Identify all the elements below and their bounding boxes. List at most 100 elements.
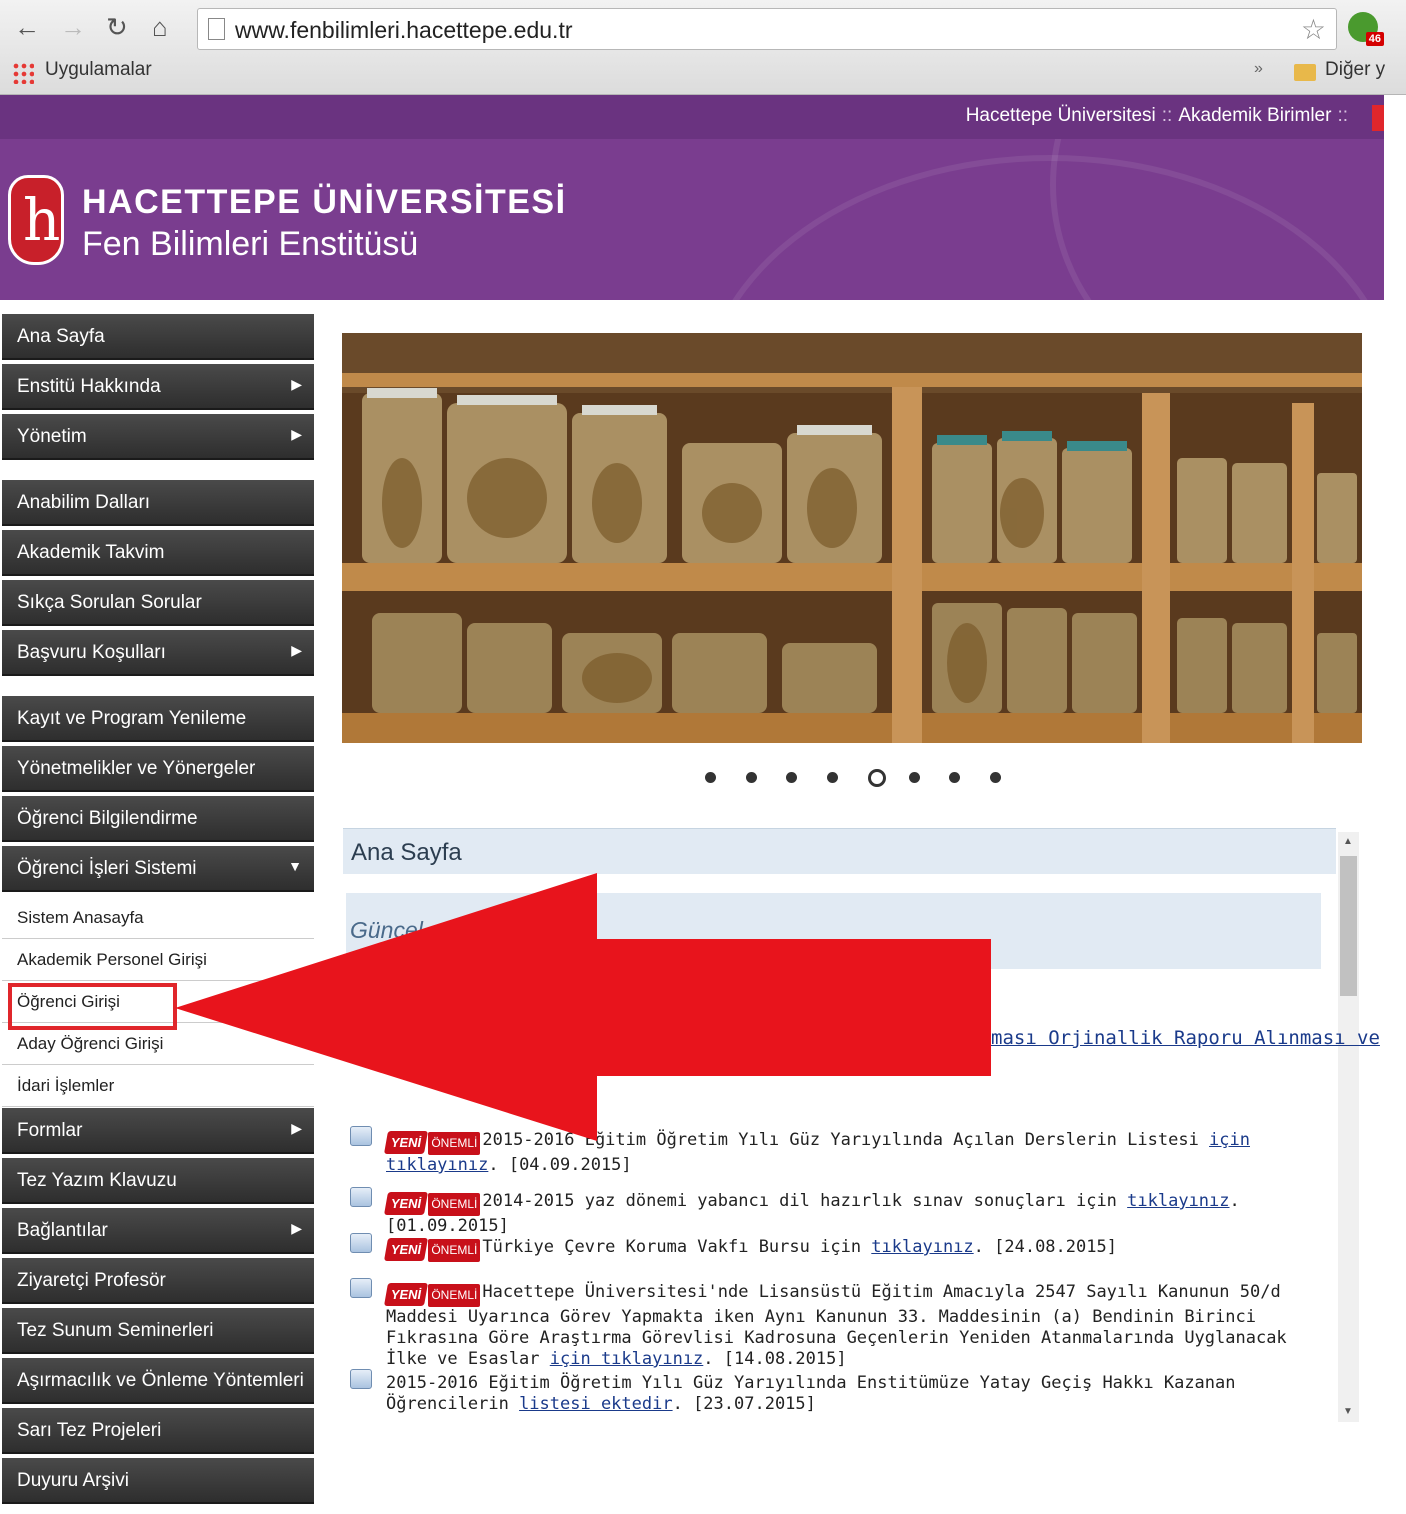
scroll-down-icon[interactable]: ▼ xyxy=(1343,1406,1353,1417)
sidebar-item-label: Tez Sunum Seminerleri xyxy=(17,1320,214,1341)
sidebar-item[interactable]: Enstitü Hakkında ▶ xyxy=(2,364,314,410)
reload-icon[interactable]: ↻ xyxy=(106,12,128,42)
scrollbar-thumb[interactable] xyxy=(1340,856,1357,996)
bookmark-star-icon[interactable]: ☆ xyxy=(1301,13,1326,46)
sidebar-item[interactable]: Başvuru Koşulları ▶ xyxy=(2,630,314,676)
news-link[interactable]: tıklayınız xyxy=(871,1237,973,1257)
sidebar-item[interactable]: Anabilim Dalları xyxy=(2,480,314,526)
slider-dot[interactable] xyxy=(908,772,920,783)
bookmarks-overflow[interactable]: » xyxy=(1254,60,1263,78)
chevron-right-icon: ▶ xyxy=(291,642,302,658)
news-item: YENİ ÖNEMLİ Türkiye Çevre Koruma Vakfı Bur… xyxy=(350,1233,1310,1262)
news-date: . [23.07.2015] xyxy=(672,1394,816,1414)
slider-dot[interactable] xyxy=(989,772,1001,783)
sidebar-item[interactable]: Öğrenci Bilgilendirme xyxy=(2,796,314,842)
sidebar-item-label: Yönetmelikler ve Yönergeler xyxy=(17,758,256,779)
news-item: 2015-2016 Eğitim Öğretim Yılı Güz Yarıyı… xyxy=(350,1369,1310,1415)
news-item: YENİ ÖNEMLİ Hacettepe Üniversitesi'nde Lis… xyxy=(350,1278,1310,1370)
image-slider[interactable] xyxy=(342,333,1362,743)
sidebar-item-label: Formlar xyxy=(17,1120,83,1141)
slider-dot[interactable] xyxy=(867,769,886,787)
apps-label[interactable]: Uygulamalar xyxy=(45,59,152,81)
sidebar-item[interactable]: Sıkça Sorulan Sorular xyxy=(2,580,314,626)
news-date: . [14.08.2015] xyxy=(703,1349,847,1369)
top-navigation: Hacettepe Üniversitesi:: Akademik Birimle… xyxy=(0,95,1384,139)
news-text: Türkiye Çevre Koruma Vakfı Bursu için xyxy=(482,1237,872,1257)
chevron-right-icon: ▶ xyxy=(291,376,302,392)
news-text: 2014-2015 yaz dönemi yabancı dil hazırlı… xyxy=(482,1191,1128,1211)
sidebar-item[interactable]: Yönetmelikler ve Yönergeler xyxy=(2,746,314,792)
language-tab[interactable] xyxy=(1372,105,1384,131)
separator: :: xyxy=(1161,105,1173,126)
sidebar-item-label: Akademik Takvim xyxy=(17,542,165,563)
link-akademik-birimler[interactable]: Akademik Birimler xyxy=(1178,105,1331,126)
slider-dot[interactable] xyxy=(705,772,716,783)
sidebar-subitem-label: Sistem Anasayfa xyxy=(17,908,144,927)
back-icon[interactable]: ← xyxy=(14,12,40,42)
news-link[interactable]: tıklayınız xyxy=(1127,1191,1229,1211)
site-header: Hacettepe Üniversitesi:: Akademik Birimle… xyxy=(0,95,1384,300)
sidebar-item[interactable]: Sarı Tez Projeleri xyxy=(2,1408,314,1454)
sidebar-item-label: Bağlantılar xyxy=(17,1220,108,1241)
sidebar-item[interactable]: Aşırmacılık ve Önleme Yöntemleri xyxy=(2,1358,314,1404)
sidebar-item[interactable]: Akademik Takvim xyxy=(2,530,314,576)
sidebar-item-label: Duyuru Arşivi xyxy=(17,1470,129,1491)
sidebar-item-label: Ziyaretçi Profesör xyxy=(17,1270,166,1291)
sidebar-item[interactable]: Tez Sunum Seminerleri xyxy=(2,1308,314,1354)
url-text[interactable]: www.fenbilimleri.hacettepe.edu.tr xyxy=(235,17,573,44)
news-link[interactable]: listesi ektedir xyxy=(519,1394,673,1414)
sidebar-item[interactable]: Bağlantılar ▶ xyxy=(2,1208,314,1254)
link-hacettepe[interactable]: Hacettepe Üniversitesi xyxy=(966,105,1156,126)
chevron-right-icon: ▶ xyxy=(291,426,302,442)
content-scrollbar[interactable]: ▲ ▼ xyxy=(1338,832,1359,1422)
slider-dot[interactable] xyxy=(745,772,757,783)
forward-icon[interactable]: → xyxy=(60,12,86,42)
slider-dot[interactable] xyxy=(827,772,839,783)
document-icon xyxy=(350,1233,372,1253)
extension-icon[interactable]: 46 xyxy=(1348,12,1384,46)
home-icon[interactable]: ⌂ xyxy=(152,12,168,42)
truncated-news-link[interactable]: ması Orjinallik Raporu Alınması ve xyxy=(991,1027,1380,1049)
slider-dot[interactable] xyxy=(949,772,961,783)
news-link[interactable]: için tıklayınız xyxy=(550,1349,704,1369)
news-body: 2015-2016 Eğitim Öğretim Yılı Güz Yarıyı… xyxy=(386,1373,1310,1415)
bookmarks-bar: Uygulamalar » Diğer y xyxy=(0,54,1406,90)
sidebar-item[interactable]: Ana Sayfa xyxy=(2,314,314,360)
news-body: YENİ ÖNEMLİ Hacettepe Üniversitesi'nde Lis… xyxy=(383,1282,1310,1370)
news-body: YENİ ÖNEMLİ 2014-2015 yaz dönemi yabancı d… xyxy=(383,1191,1310,1237)
sidebar-item-label: Öğrenci İşleri Sistemi xyxy=(17,858,197,879)
important-badge: ÖNEMLİ xyxy=(428,1239,481,1262)
scroll-up-icon[interactable]: ▲ xyxy=(1343,836,1353,847)
document-icon xyxy=(350,1187,372,1207)
news-tags: YENİ ÖNEMLİ xyxy=(383,1238,481,1262)
sidebar-item[interactable]: Tez Yazım Klavuzu xyxy=(2,1158,314,1204)
important-badge: ÖNEMLİ xyxy=(428,1284,481,1307)
sidebar-item[interactable]: Kayıt ve Program Yenileme xyxy=(2,696,314,742)
sidebar-item-label: Ana Sayfa xyxy=(17,326,105,347)
sidebar-subitem-label: İdari İşlemler xyxy=(17,1076,115,1095)
important-badge: ÖNEMLİ xyxy=(428,1193,481,1216)
slider-image xyxy=(342,333,1362,743)
slider-dot[interactable] xyxy=(786,772,798,783)
chevron-down-icon: ▼ xyxy=(288,858,302,874)
sidebar-item-label: Kayıt ve Program Yenileme xyxy=(17,708,247,729)
other-bookmarks[interactable]: Diğer y xyxy=(1325,59,1385,81)
page-icon xyxy=(208,18,225,40)
news-item: YENİ ÖNEMLİ 2014-2015 yaz dönemi yabancı d… xyxy=(350,1187,1310,1237)
new-badge: YENİ xyxy=(383,1283,429,1306)
apps-grid-icon[interactable] xyxy=(12,62,34,84)
sidebar-item[interactable]: Duyuru Arşivi xyxy=(2,1458,314,1504)
news-body: YENİ ÖNEMLİ Türkiye Çevre Koruma Vakfı Bur… xyxy=(383,1237,1310,1262)
sidebar-item[interactable]: Yönetim ▶ xyxy=(2,414,314,460)
university-logo[interactable]: h xyxy=(8,175,64,265)
folder-icon[interactable] xyxy=(1294,64,1316,81)
sidebar-item[interactable]: Ziyaretçi Profesör xyxy=(2,1258,314,1304)
sidebar-item-label: Aşırmacılık ve Önleme Yöntemleri xyxy=(17,1370,304,1391)
sidebar-subitem-label: Aday Öğrenci Girişi xyxy=(17,1034,164,1053)
news-tags: YENİ ÖNEMLİ xyxy=(383,1192,481,1216)
browser-toolbar: ← → ↻ ⌂ www.fenbilimleri.hacettepe.edu.t… xyxy=(0,0,1406,95)
slider-pagination xyxy=(700,767,1020,791)
address-bar[interactable]: www.fenbilimleri.hacettepe.edu.tr ☆ xyxy=(197,8,1337,50)
top-links: Hacettepe Üniversitesi:: Akademik Birimle… xyxy=(966,105,1354,127)
sidebar-item-label: Anabilim Dalları xyxy=(17,492,151,513)
